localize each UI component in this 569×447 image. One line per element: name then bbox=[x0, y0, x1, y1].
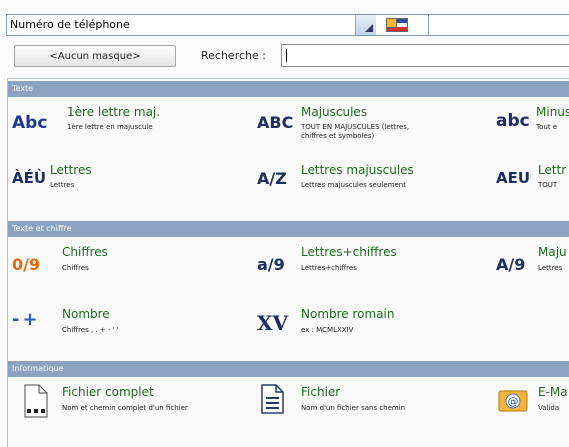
item-title: Fichier complet bbox=[62, 385, 154, 399]
a-z-icon: A/Z bbox=[257, 169, 287, 188]
mask-picker-window: Numéro de téléphone <Aucun masque> Reche… bbox=[0, 0, 569, 447]
roman-xv-icon: XV bbox=[257, 311, 289, 335]
mask-item-file[interactable]: Fichier Nom d'un fichier sans chemin bbox=[257, 383, 487, 427]
mask-item-letters[interactable]: ÀÉÙ Lettres Lettres bbox=[12, 163, 242, 197]
item-title: Lettres majuscules bbox=[301, 163, 414, 177]
item-desc: Valida bbox=[538, 404, 560, 412]
item-title: Lettr bbox=[538, 163, 567, 177]
mask-item-letters-upper[interactable]: AEU Lettr TOUT bbox=[496, 163, 569, 197]
search-label: Recherche : bbox=[201, 49, 266, 62]
item-desc: ex : MCMLXXIV bbox=[301, 326, 354, 334]
svg-text:@: @ bbox=[508, 395, 519, 408]
file-dots-icon bbox=[24, 384, 48, 418]
item-title: Lettres bbox=[50, 163, 92, 177]
item-title: Maju bbox=[538, 245, 567, 259]
item-desc: Nom d'un fichier sans chemin bbox=[301, 404, 406, 412]
combo-extension bbox=[429, 14, 569, 36]
item-title: Lettres+chiffres bbox=[301, 245, 397, 259]
section-informatique: Informatique bbox=[8, 361, 569, 377]
item-title: Majuscules bbox=[301, 105, 368, 119]
abc-upper-icon: ABC bbox=[257, 113, 294, 132]
mask-item-lowercase[interactable]: abc Minus Tout e bbox=[496, 101, 569, 141]
abc-lower-icon: abc bbox=[496, 111, 530, 131]
search-input[interactable] bbox=[281, 44, 569, 67]
a-9-icon: a/9 bbox=[257, 255, 285, 274]
mask-list: Texte Abc 1ère lettre maj. 1ère lettre e… bbox=[7, 78, 569, 447]
mask-item-letters-digits[interactable]: a/9 Lettres+chiffres Lettres+chiffres bbox=[257, 243, 487, 283]
item-title: Fichier bbox=[301, 385, 341, 399]
item-desc: Nom et chemin complet d'un fichier bbox=[62, 404, 188, 412]
combo-dropdown-icon[interactable] bbox=[355, 15, 376, 35]
item-desc: 1ère lettre en majuscule bbox=[67, 123, 153, 131]
plus-minus-icon: -+ bbox=[12, 309, 41, 330]
item-desc-2: chiffres et symboles) bbox=[301, 132, 375, 140]
item-title: E-Ma bbox=[538, 385, 568, 399]
mask-item-number[interactable]: -+ Nombre Chiffres , . + - ' ' bbox=[12, 303, 242, 343]
item-desc: TOUT bbox=[538, 181, 558, 189]
item-desc: Tout e bbox=[536, 123, 558, 131]
mask-combo-value: Numéro de téléphone bbox=[10, 18, 130, 31]
aeu-icon: AEU bbox=[496, 169, 531, 187]
item-desc: Lettres bbox=[538, 264, 563, 272]
item-desc: Chiffres bbox=[62, 264, 89, 272]
abc-capital-icon: Abc bbox=[12, 113, 48, 133]
item-desc: Chiffres , . + - ' ' bbox=[62, 326, 119, 334]
item-desc: Lettres majuscules seulement bbox=[301, 181, 406, 189]
item-title: Nombre bbox=[62, 307, 110, 321]
mask-item-first-letter-upper[interactable]: Abc 1ère lettre maj. 1ère lettre en maju… bbox=[12, 101, 242, 141]
item-title: Nombre romain bbox=[301, 307, 395, 321]
flag-icon[interactable] bbox=[386, 18, 408, 32]
mask-item-full-file[interactable]: Fichier complet Nom et chemin complet d'… bbox=[12, 383, 242, 427]
mask-item-email[interactable]: @ E-Ma Valida bbox=[496, 383, 569, 427]
item-title: Chiffres bbox=[62, 245, 108, 259]
accented-letters-icon: ÀÉÙ bbox=[12, 169, 47, 187]
email-icon: @ bbox=[498, 390, 528, 412]
file-lines-icon bbox=[261, 384, 284, 414]
section-texte-chiffre: Texte et chiffre bbox=[8, 221, 569, 237]
no-mask-button[interactable]: <Aucun masque> bbox=[14, 45, 176, 67]
mask-item-uppercase[interactable]: ABC Majuscules TOUT EN MAJUSCULES (lettr… bbox=[257, 101, 487, 141]
mask-item-roman[interactable]: XV Nombre romain ex : MCMLXXIV bbox=[257, 303, 487, 343]
item-title: 1ère lettre maj. bbox=[67, 105, 161, 119]
mask-item-uppercase-letters[interactable]: A/Z Lettres majuscules Lettres majuscule… bbox=[257, 163, 487, 197]
item-desc: Lettres bbox=[50, 181, 75, 189]
mask-item-upper-digits[interactable]: A/9 Maju Lettres bbox=[496, 243, 569, 283]
upper-a-9-icon: A/9 bbox=[496, 255, 526, 274]
item-desc: Lettres+chiffres bbox=[301, 264, 357, 272]
mask-item-digits[interactable]: 0/9 Chiffres Chiffres bbox=[12, 243, 242, 283]
mask-combo[interactable]: Numéro de téléphone bbox=[6, 14, 429, 36]
digits-icon: 0/9 bbox=[12, 255, 41, 274]
item-title: Minus bbox=[536, 105, 569, 119]
section-texte: Texte bbox=[8, 81, 569, 97]
